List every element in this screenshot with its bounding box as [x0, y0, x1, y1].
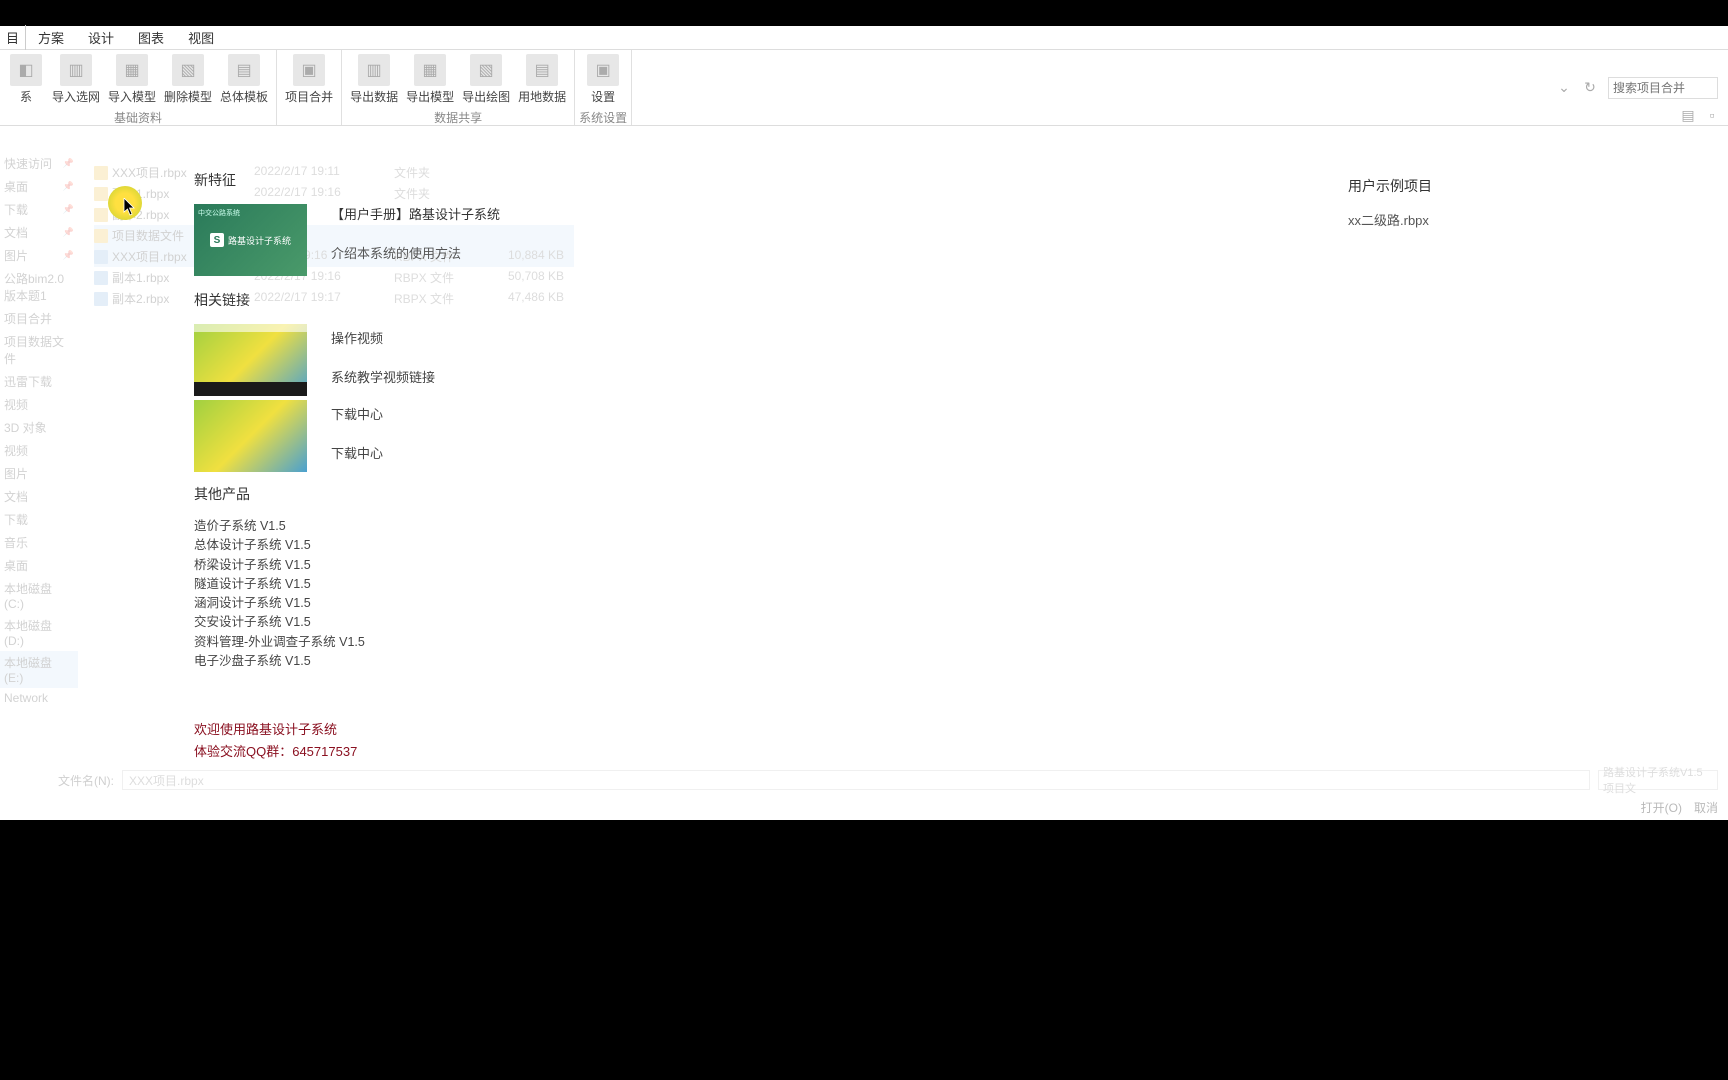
dialog-buttons: 打开(O) 取消: [1641, 799, 1718, 816]
ribbon-btn-export-data[interactable]: ▥导出数据: [346, 52, 402, 107]
filetype-select[interactable]: 路基设计子系统V1.5项目文: [1598, 770, 1718, 790]
start-page: 新特征 中交公路系统 S 路基设计子系统 【用户手册】路基设计子系统 介绍本系统的…: [0, 152, 1728, 772]
product-item[interactable]: 涵洞设计子系统 V1.5: [194, 595, 1288, 611]
start-left: 新特征 中交公路系统 S 路基设计子系统 【用户手册】路基设计子系统 介绍本系统的…: [0, 152, 1328, 772]
thumb-logo-text: 中交公路系统: [198, 208, 240, 218]
menubar: 目 方案 设计 图表 视图: [0, 26, 1728, 50]
ribbon-group-label-share: 数据共享: [434, 107, 482, 128]
ribbon-btn-import-net[interactable]: ▥导入选网: [48, 52, 104, 107]
ribbon-group-label-settings: 系统设置: [579, 107, 627, 128]
menu-item-design[interactable]: 设计: [76, 25, 126, 50]
product-item[interactable]: 总体设计子系统 V1.5: [194, 537, 1288, 553]
link-subtitle-download: 下载中心: [331, 443, 383, 462]
section-title-features: 新特征: [194, 170, 1288, 190]
ribbon-group-label-basicdata: 基础资料: [114, 107, 162, 128]
ribbon-btn-import-model[interactable]: ▦导入模型: [104, 52, 160, 107]
menu-item-chart[interactable]: 图表: [126, 25, 176, 50]
product-item[interactable]: 交安设计子系统 V1.5: [194, 614, 1288, 630]
product-item[interactable]: 桥梁设计子系统 V1.5: [194, 557, 1288, 573]
product-item[interactable]: 资料管理-外业调查子系统 V1.5: [194, 634, 1288, 650]
ribbon-btn-merge[interactable]: ▣项目合并: [281, 52, 337, 121]
feature-title: 【用户手册】路基设计子系统: [331, 204, 500, 223]
section-title-products: 其他产品: [194, 484, 1288, 504]
feature-row[interactable]: 中交公路系统 S 路基设计子系统 【用户手册】路基设计子系统 介绍本系统的使用方法: [194, 204, 1288, 276]
search-input[interactable]: [1608, 77, 1718, 99]
filename-bar: 文件名(N): XXX项目.rbpx 路基设计子系统V1.5项目文: [0, 768, 1728, 792]
section-title-links: 相关链接: [194, 290, 1288, 310]
ribbon-group-merge: ▣项目合并: [277, 50, 342, 125]
export-model-icon: ▦: [414, 54, 446, 86]
export-draw-icon: ▧: [470, 54, 502, 86]
ribbon-btn-0-0[interactable]: ◧系: [4, 52, 48, 107]
product-item[interactable]: 隧道设计子系统 V1.5: [194, 576, 1288, 592]
link-thumb-video: [194, 324, 307, 396]
refresh-icon[interactable]: ↻: [1582, 80, 1598, 96]
sample-item[interactable]: xx二级路.rbpx: [1348, 210, 1708, 229]
menu-item-view[interactable]: 视图: [176, 25, 226, 50]
view-mode-icon[interactable]: ▤: [1680, 107, 1696, 123]
menu-item-file[interactable]: 目: [0, 25, 26, 50]
tool-icon: ◧: [10, 54, 42, 86]
welcome-block: 欢迎使用路基设计子系统 体验交流QQ群：645717537: [194, 719, 1288, 760]
cancel-button[interactable]: 取消: [1694, 799, 1718, 816]
cursor-icon: [123, 198, 137, 221]
ribbon-btn-template[interactable]: ▤总体模板: [216, 52, 272, 107]
ribbon-btn-land-data[interactable]: ▤用地数据: [514, 52, 570, 107]
feature-thumb: 中交公路系统 S 路基设计子系统: [194, 204, 307, 276]
link-row-video[interactable]: 操作视频 系统教学视频链接: [194, 324, 1288, 396]
link-thumb-download: [194, 400, 307, 472]
ribbon-group-share: ▥导出数据 ▦导出模型 ▧导出绘图 ▤用地数据 数据共享: [342, 50, 575, 125]
merge-icon: ▣: [293, 54, 325, 86]
ribbon-btn-settings[interactable]: ▣设置: [581, 52, 625, 107]
ribbon: ◧系 ▥导入选网 ▦导入模型 ▧删除模型 ▤总体模板 基础资料 ▣项目合并 ▥导…: [0, 50, 1728, 126]
import-net-icon: ▥: [60, 54, 92, 86]
product-list: 造价子系统 V1.5 总体设计子系统 V1.5 桥梁设计子系统 V1.5 隧道设计子系…: [194, 518, 1288, 669]
help-icon[interactable]: ▫: [1704, 107, 1720, 123]
land-data-icon: ▤: [526, 54, 558, 86]
ribbon-btn-export-model[interactable]: ▦导出模型: [402, 52, 458, 107]
filename-label: 文件名(N):: [58, 772, 114, 789]
link-title-download: 下载中心: [331, 404, 383, 423]
ribbon-btn-delete-model[interactable]: ▧删除模型: [160, 52, 216, 107]
section-title-samples: 用户示例项目: [1348, 176, 1708, 196]
settings-icon: ▣: [587, 54, 619, 86]
filename-input[interactable]: XXX项目.rbpx: [122, 770, 1590, 790]
import-model-icon: ▦: [116, 54, 148, 86]
link-subtitle-video: 系统教学视频链接: [331, 367, 435, 386]
feature-subtitle: 介绍本系统的使用方法: [331, 243, 500, 262]
cursor-highlight: [108, 186, 142, 220]
menu-item-plan[interactable]: 方案: [26, 25, 76, 50]
thumb-s-icon: S: [210, 233, 224, 247]
product-item[interactable]: 造价子系统 V1.5: [194, 518, 1288, 534]
product-item[interactable]: 电子沙盘子系统 V1.5: [194, 653, 1288, 669]
ribbon-group-settings: ▣设置 系统设置: [575, 50, 632, 125]
delete-model-icon: ▧: [172, 54, 204, 86]
user-samples-panel: 用户示例项目 xx二级路.rbpx: [1328, 152, 1728, 772]
open-button[interactable]: 打开(O): [1641, 799, 1682, 816]
thumb-main-text: 路基设计子系统: [228, 234, 291, 247]
welcome-line1: 欢迎使用路基设计子系统: [194, 719, 1288, 738]
link-row-download[interactable]: 下载中心 下载中心: [194, 400, 1288, 472]
chevron-down-icon[interactable]: ⌄: [1556, 80, 1572, 96]
welcome-line2: 体验交流QQ群：645717537: [194, 741, 1288, 760]
ribbon-group-basicdata: ◧系 ▥导入选网 ▦导入模型 ▧删除模型 ▤总体模板 基础资料: [0, 50, 277, 125]
export-data-icon: ▥: [358, 54, 390, 86]
app-window: 目 方案 设计 图表 视图 ◧系 ▥导入选网 ▦导入模型 ▧删除模型 ▤总体模板…: [0, 26, 1728, 820]
link-title-video: 操作视频: [331, 328, 435, 347]
ribbon-btn-export-draw[interactable]: ▧导出绘图: [458, 52, 514, 107]
template-icon: ▤: [228, 54, 260, 86]
